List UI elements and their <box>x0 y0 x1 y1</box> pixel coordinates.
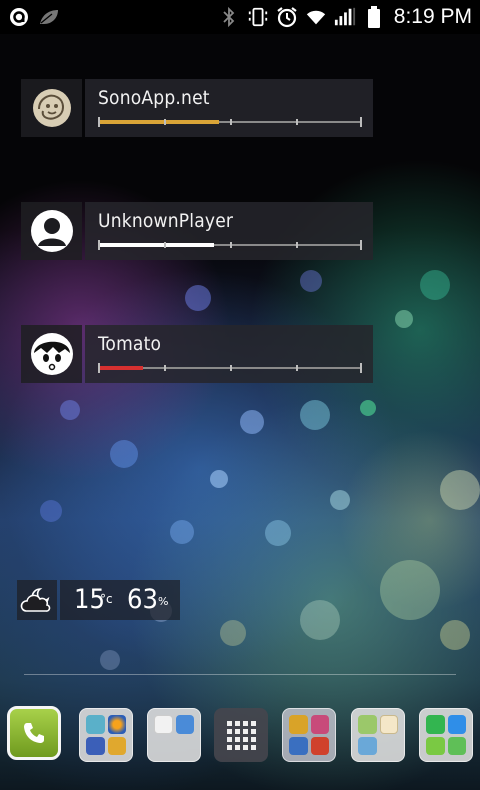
player-progress-bar <box>98 240 362 250</box>
player-widget[interactable]: Tomato <box>21 325 373 383</box>
signal-icon <box>334 6 356 28</box>
bluetooth-icon <box>218 6 240 28</box>
alarm-icon <box>276 6 298 28</box>
progress-fill <box>98 120 219 124</box>
person-avatar-icon[interactable] <box>21 202 82 260</box>
humidity-unit: % <box>158 595 169 608</box>
chat-app-icon <box>426 736 445 755</box>
maps-app-icon <box>86 715 105 734</box>
player-name: Tomato <box>98 333 162 355</box>
messenger-icon <box>447 715 466 734</box>
player-name: SonoApp.net <box>98 87 210 109</box>
player-name: UnknownPlayer <box>98 210 234 232</box>
temperature-unit: °c <box>100 592 113 606</box>
player-info[interactable]: Tomato <box>85 325 373 383</box>
vibrate-icon <box>247 6 269 28</box>
wifi-icon <box>305 6 327 28</box>
app-notification-icon <box>8 6 30 28</box>
progress-fill <box>98 243 214 247</box>
player-progress-bar <box>98 363 362 373</box>
humidity-value: 63 <box>127 584 158 615</box>
dock-divider <box>24 674 456 675</box>
phone-icon[interactable] <box>7 706 61 760</box>
photos-icon <box>358 736 377 755</box>
game-app-icon <box>107 736 126 755</box>
messages-icon <box>447 736 466 755</box>
player-widget[interactable]: UnknownPlayer <box>21 202 373 260</box>
battery-icon <box>363 6 385 28</box>
clock-time: 8:19 PM <box>393 5 472 28</box>
folder-games[interactable] <box>282 708 336 762</box>
player-progress-bar <box>98 117 362 127</box>
player-widget[interactable]: SonoApp.net <box>21 79 373 137</box>
leaf-icon <box>38 6 60 28</box>
notes-icon <box>379 715 398 734</box>
gallery-icon <box>175 715 194 734</box>
status-bar: 8:19 PM <box>0 0 480 34</box>
cloudy-night-icon <box>17 580 57 620</box>
candy-game-icon <box>310 715 329 734</box>
racing-game-icon <box>310 736 329 755</box>
whatsapp-icon <box>426 715 445 734</box>
app-dock <box>0 704 480 770</box>
player-info[interactable]: UnknownPlayer <box>85 202 373 260</box>
weather-readout: 15 °c 63 % <box>60 580 180 620</box>
sono-avatar-icon[interactable] <box>21 79 82 137</box>
progress-fill <box>98 366 143 370</box>
folder-social[interactable] <box>79 708 133 762</box>
game-hero-icon <box>289 736 308 755</box>
settings-app-icon <box>358 715 377 734</box>
apps-drawer-icon[interactable] <box>214 708 268 762</box>
folder-messaging[interactable] <box>419 708 473 762</box>
clash-game-icon <box>289 715 308 734</box>
facebook-icon <box>86 736 105 755</box>
folder-tools[interactable] <box>351 708 405 762</box>
player-info[interactable]: SonoApp.net <box>85 79 373 137</box>
music-icon <box>154 715 173 734</box>
tomato-avatar-icon[interactable] <box>21 325 82 383</box>
folder-media[interactable] <box>147 708 201 762</box>
firefox-icon <box>107 715 126 734</box>
